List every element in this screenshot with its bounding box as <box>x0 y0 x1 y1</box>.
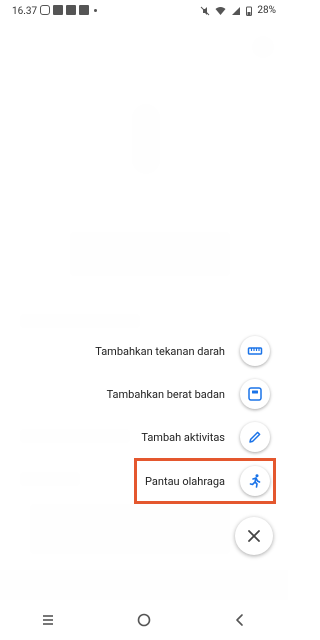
menu-label-blood-pressure: Tambahkan tekanan darah <box>95 344 225 358</box>
weight-button[interactable] <box>240 379 270 409</box>
close-menu-button[interactable] <box>235 517 273 555</box>
back-button[interactable] <box>220 605 260 635</box>
home-button[interactable] <box>124 605 164 635</box>
system-icons: 28% <box>200 5 276 16</box>
instagram-icon <box>40 5 50 15</box>
ruler-icon <box>247 347 263 355</box>
battery-level: 28% <box>257 5 276 16</box>
blood-pressure-button[interactable] <box>240 336 270 366</box>
menu-label-weight: Tambahkan berat badan <box>106 387 225 401</box>
notification-icons <box>40 5 97 15</box>
facebook-icon <box>53 5 63 15</box>
menu-item-blood-pressure[interactable]: Tambahkan tekanan darah <box>95 336 270 366</box>
pencil-icon <box>249 431 261 443</box>
menu-label-activity: Tambah aktivitas <box>141 430 225 444</box>
highlight-box <box>134 458 276 504</box>
close-icon <box>248 530 260 542</box>
dot-icon <box>94 8 97 12</box>
status-bar: 16.37 28% <box>0 0 288 24</box>
battery-icon <box>246 6 253 16</box>
recent-apps-icon <box>43 615 53 625</box>
wifi-icon <box>215 6 226 15</box>
home-icon <box>137 613 151 627</box>
system-nav-bar <box>0 600 288 640</box>
scrim-overlay[interactable] <box>0 24 288 600</box>
signal-icon <box>232 6 241 15</box>
status-time: 16.37 <box>12 6 38 17</box>
back-icon <box>236 614 243 626</box>
recent-apps-button[interactable] <box>28 605 68 635</box>
activity-button[interactable] <box>240 422 270 452</box>
facebook-icon <box>66 5 76 15</box>
scale-icon <box>248 387 262 401</box>
menu-item-weight[interactable]: Tambahkan berat badan <box>107 379 270 409</box>
mute-icon <box>201 6 210 15</box>
menu-item-activity[interactable]: Tambah aktivitas <box>141 422 270 452</box>
facebook-icon <box>79 5 89 15</box>
